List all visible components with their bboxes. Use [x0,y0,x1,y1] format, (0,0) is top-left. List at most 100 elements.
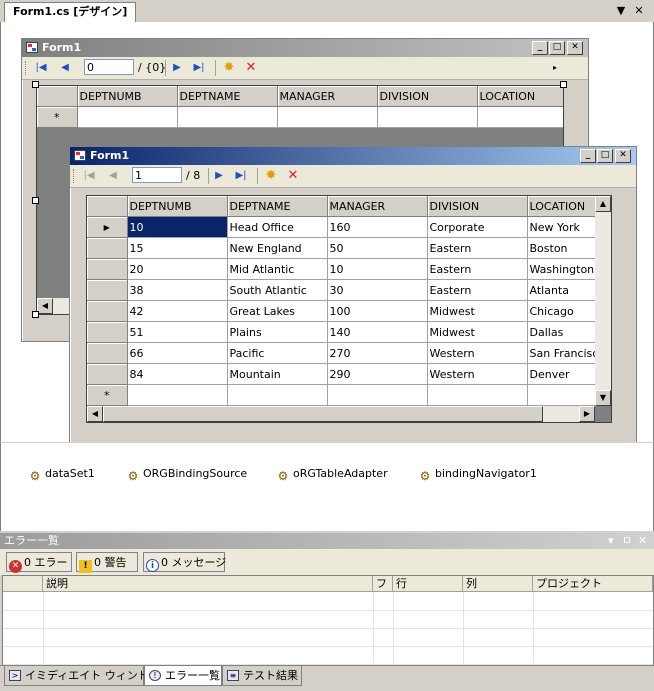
column-header[interactable]: DEPTNUMB [127,196,228,217]
grid-cell[interactable]: Eastern [427,237,528,259]
scroll-left-icon[interactable]: ◀ [37,298,53,314]
table-row[interactable]: 38 South Atlantic 30 Eastern Atlanta [87,279,611,301]
position-input[interactable]: 0 [84,59,134,75]
close-button[interactable]: ✕ [615,149,631,163]
vertical-scrollbar[interactable]: ▲ ▼ [595,196,611,406]
row-header[interactable] [87,342,128,364]
grid-cell[interactable]: Western [427,363,528,385]
grid-cell[interactable]: Pacific [227,342,328,364]
messages-filter-button[interactable]: i0 メッセージ [143,552,226,572]
grid-cell[interactable]: Great Lakes [227,300,328,322]
column-header-description[interactable]: 説明 [43,576,373,592]
grid-cell[interactable]: Mid Atlantic [227,258,328,280]
close-panel-icon[interactable]: ✕ [638,533,647,549]
maximize-button[interactable]: □ [597,149,613,163]
move-previous-icon[interactable]: ◀ [106,169,120,183]
grid-cell[interactable] [177,106,278,128]
move-first-icon[interactable]: |◀ [34,61,48,75]
grid-cell[interactable]: Mountain [227,363,328,385]
column-header[interactable]: DEPTNAME [177,86,278,107]
scroll-left-icon[interactable]: ◀ [87,406,103,422]
grid-cell[interactable]: 160 [327,216,428,238]
runtime-form-titlebar[interactable]: Form1 _ □ ✕ [70,147,636,165]
scroll-right-icon[interactable]: ▶ [579,406,595,422]
close-document-icon[interactable]: ✕ [632,4,646,18]
table-row-new[interactable]: * [87,384,611,406]
column-header[interactable]: DEPTNAME [227,196,328,217]
move-first-icon[interactable]: |◀ [82,169,96,183]
grid-cell[interactable]: 100 [327,300,428,322]
column-header[interactable]: MANAGER [277,86,378,107]
grid-cell[interactable] [377,106,478,128]
horizontal-scrollbar[interactable]: ◀ ▶ [87,406,595,422]
grid-cell[interactable]: 290 [327,363,428,385]
minimize-button[interactable]: _ [532,41,548,55]
column-header[interactable]: DEPTNUMB [77,86,178,107]
warnings-filter-button[interactable]: ! 0 警告 [76,552,138,573]
grid-cell[interactable] [327,384,428,406]
error-list-table[interactable]: 説明 フ 行 列 プロジェクト [2,575,654,667]
column-header[interactable]: MANAGER [327,196,428,217]
resize-handle[interactable] [32,81,39,88]
grid-cell[interactable]: Eastern [427,279,528,301]
table-row[interactable]: 42 Great Lakes 100 Midwest Chicago [87,300,611,322]
row-header[interactable] [87,237,128,259]
grid-cell[interactable]: 50 [327,237,428,259]
error-list-titlebar[interactable]: エラー一覧 ▾ ㅁ ✕ [0,533,654,549]
document-tab-form1-design[interactable]: Form1.cs [デザイン] [4,2,137,22]
grid-cell[interactable] [277,106,378,128]
tray-item-dataset[interactable]: ⚙ dataSet1 [28,466,95,483]
grid-cell[interactable]: 38 [127,279,228,301]
grid-cell[interactable]: Western [427,342,528,364]
row-header[interactable] [87,321,128,343]
move-last-icon[interactable]: ▶| [234,169,248,183]
grid-cell[interactable]: 51 [127,321,228,343]
scroll-thumb[interactable] [103,406,543,422]
error-icon-column-header[interactable] [3,576,43,592]
grid-cell[interactable]: Midwest [427,321,528,343]
grid-cell[interactable]: 30 [327,279,428,301]
row-header[interactable] [87,300,128,322]
column-header-file[interactable]: フ [373,576,393,592]
scroll-down-icon[interactable]: ▼ [595,390,611,406]
errors-filter-button[interactable]: ✕ 0 エラー [6,552,72,573]
grid-cell[interactable] [227,384,328,406]
grid-cell[interactable]: 84 [127,363,228,385]
column-header-line[interactable]: 行 [393,576,463,592]
resize-handle[interactable] [32,197,39,204]
table-row[interactable]: ▶ 10 Head Office 160 Corporate New York [87,216,611,238]
current-row-marker[interactable]: ▶ [87,216,128,238]
move-previous-icon[interactable]: ◀ [58,61,72,75]
grid-cell[interactable]: South Atlantic [227,279,328,301]
table-row[interactable]: 51 Plains 140 Midwest Dallas [87,321,611,343]
grid-cell[interactable]: Head Office [227,216,328,238]
resize-handle[interactable] [32,311,39,318]
add-new-icon[interactable]: ✸ [264,169,278,183]
move-last-icon[interactable]: ▶| [192,61,206,75]
auto-hide-pin-icon[interactable]: ㅁ [622,533,632,549]
grid-cell[interactable]: 20 [127,258,228,280]
grid-cell[interactable]: New England [227,237,328,259]
grid-cell[interactable] [477,106,563,128]
row-header[interactable] [87,279,128,301]
grid-cell[interactable] [127,384,228,406]
grid-cell[interactable]: 15 [127,237,228,259]
runtime-datagridview[interactable]: DEPTNUMB DEPTNAME MANAGER DIVISION LOCAT… [86,195,612,423]
smart-tag-icon[interactable]: ▸ [548,61,562,75]
tray-item-bindingnavigator[interactable]: ⚙ bindingNavigator1 [418,466,537,483]
add-new-icon[interactable]: ✸ [222,61,236,75]
grid-cell[interactable]: Midwest [427,300,528,322]
design-form-titlebar[interactable]: Form1 _ □ ✕ [22,39,588,57]
column-header[interactable]: DIVISION [427,196,528,217]
grid-cell-selected[interactable]: 10 [127,216,228,238]
maximize-button[interactable]: □ [549,41,565,55]
grid-cell[interactable]: Eastern [427,258,528,280]
grid-cell[interactable]: Corporate [427,216,528,238]
tray-item-bindingsource[interactable]: ⚙ ORGBindingSource [126,466,248,483]
column-header[interactable]: DIVISION [377,86,478,107]
minimize-button[interactable]: _ [580,149,596,163]
new-row-marker[interactable]: * [87,384,128,406]
grid-cell[interactable]: 42 [127,300,228,322]
tab-error-list[interactable]: ! エラー一覧 [144,666,222,686]
toolbar-grip[interactable] [73,169,77,183]
